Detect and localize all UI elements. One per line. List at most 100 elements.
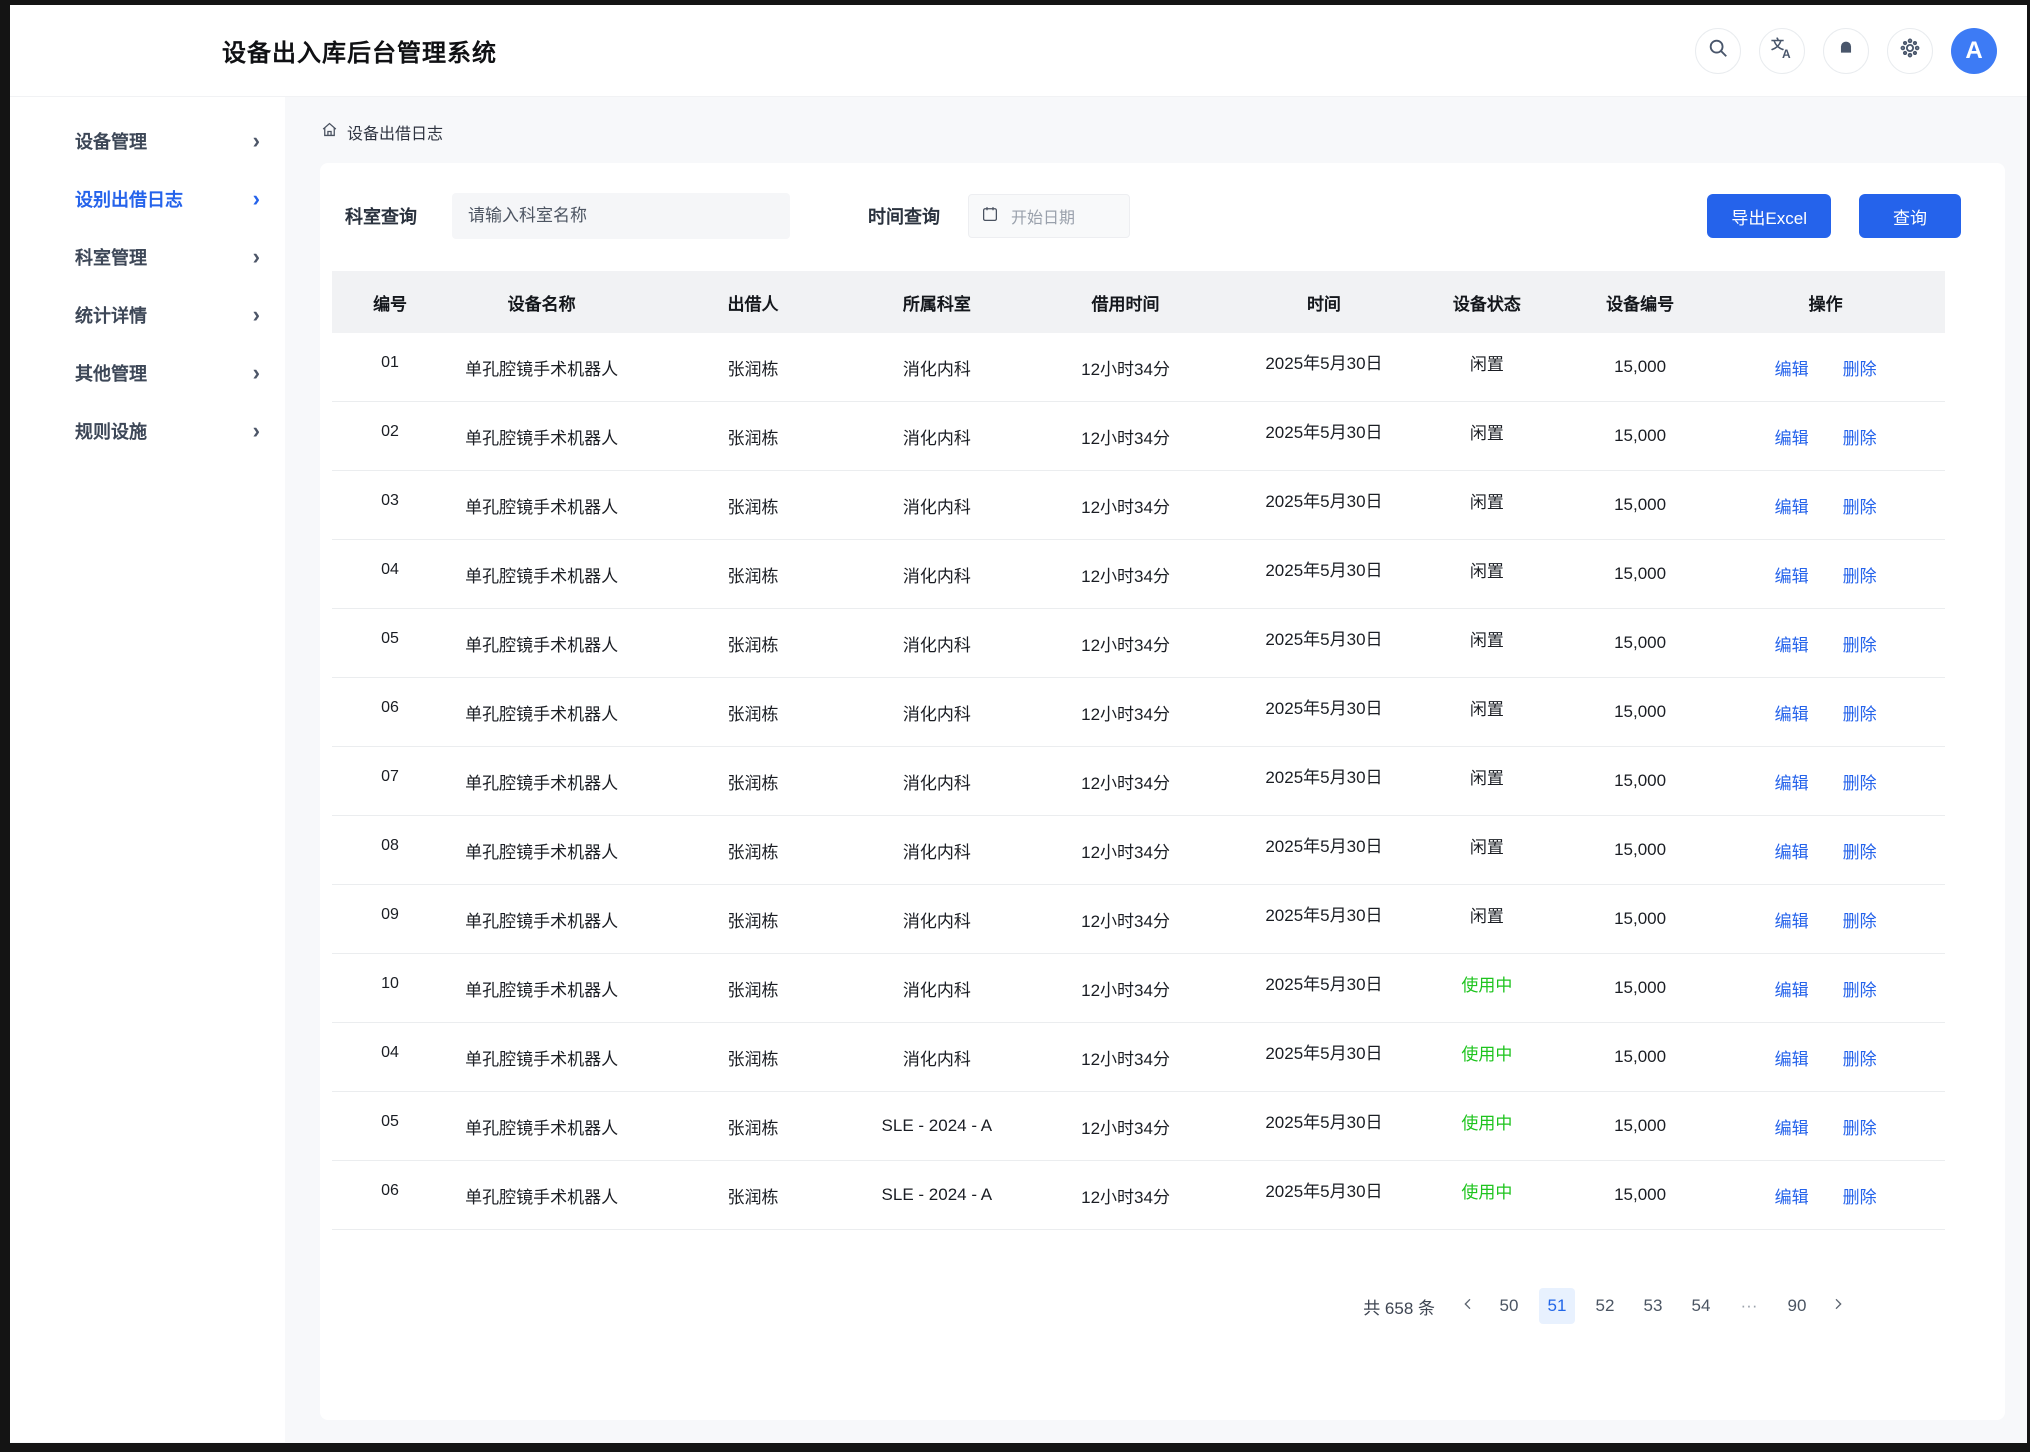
cell-date: 2025年5月30日 [1248, 1177, 1400, 1202]
sidebar-item-label: 科室管理 [75, 244, 147, 270]
delete-link[interactable]: 删除 [1843, 1045, 1877, 1070]
cell-operations: 编辑 删除 [1706, 1183, 1945, 1208]
delete-link[interactable]: 删除 [1843, 631, 1877, 656]
cell-status: 使用中 [1400, 1109, 1574, 1134]
cell-operations: 编辑 删除 [1706, 1045, 1945, 1070]
cell-id: 06 [332, 699, 448, 717]
cell-id: 05 [332, 630, 448, 648]
cell-lender: 张润栋 [635, 976, 870, 1001]
cell-device: 单孔腔镜手术机器人 [448, 1045, 635, 1070]
cell-date: 2025年5月30日 [1248, 763, 1400, 788]
top-bar: 设备出入库后台管理系统 文 A [10, 5, 2027, 97]
sidebar-item[interactable]: 设别出借日志› [10, 170, 285, 228]
cell-status: 闲置 [1400, 626, 1574, 651]
delete-link[interactable]: 删除 [1843, 769, 1877, 794]
start-date-picker[interactable]: 开始日期 [968, 194, 1130, 238]
cell-device: 单孔腔镜手术机器人 [448, 562, 635, 587]
svg-text:A: A [1782, 47, 1791, 60]
edit-link[interactable]: 编辑 [1775, 1045, 1809, 1070]
table-row: 08 单孔腔镜手术机器人 张润栋 消化内科 12小时34分 2025年5月30日… [332, 816, 1945, 885]
sidebar-item[interactable]: 设备管理› [10, 112, 285, 170]
theme-button[interactable] [1887, 28, 1933, 74]
column-header: 出借人 [635, 290, 870, 315]
page-button[interactable]: 52 [1587, 1288, 1623, 1324]
delete-link[interactable]: 删除 [1843, 424, 1877, 449]
dept-search-input[interactable] [452, 193, 790, 239]
edit-link[interactable]: 编辑 [1775, 493, 1809, 518]
cell-duration: 12小时34分 [1003, 700, 1248, 725]
page-button[interactable]: 54 [1683, 1288, 1719, 1324]
cell-status: 闲置 [1400, 419, 1574, 444]
sidebar-item[interactable]: 其他管理 › [10, 344, 285, 402]
edit-link[interactable]: 编辑 [1775, 631, 1809, 656]
delete-link[interactable]: 删除 [1843, 700, 1877, 725]
edit-link[interactable]: 编辑 [1775, 424, 1809, 449]
delete-link[interactable]: 删除 [1843, 838, 1877, 863]
table-row: 04 单孔腔镜手术机器人 张润栋 消化内科 12小时34分 2025年5月30日… [332, 540, 1945, 609]
notification-button[interactable] [1823, 28, 1869, 74]
column-header: 所属科室 [871, 290, 1003, 315]
cell-status: 闲置 [1400, 833, 1574, 858]
edit-link[interactable]: 编辑 [1775, 1183, 1809, 1208]
pagination-total: 共 658 条 [1363, 1294, 1435, 1319]
cell-dept: 消化内科 [871, 1045, 1003, 1070]
cell-id: 05 [332, 1113, 448, 1131]
cell-operations: 编辑 删除 [1706, 838, 1945, 863]
chevron-right-icon: › [253, 362, 260, 384]
sidebar-item[interactable]: 统计详情› [10, 286, 285, 344]
next-page-button[interactable] [1821, 1289, 1855, 1323]
delete-link[interactable]: 删除 [1843, 355, 1877, 380]
cell-operations: 编辑 删除 [1706, 1114, 1945, 1139]
page-button[interactable]: 90 [1779, 1288, 1815, 1324]
translate-button[interactable]: 文 A [1759, 28, 1805, 74]
cell-date: 2025年5月30日 [1248, 832, 1400, 857]
search-button[interactable] [1695, 28, 1741, 74]
topbar-actions: 文 A [1695, 28, 1997, 74]
cell-duration: 12小时34分 [1003, 1183, 1248, 1208]
search-query-button[interactable]: 查询 [1859, 194, 1961, 238]
page-button[interactable]: 50 [1491, 1288, 1527, 1324]
column-header: 设备名称 [448, 290, 635, 315]
edit-link[interactable]: 编辑 [1775, 907, 1809, 932]
cell-code: 15,000 [1574, 564, 1706, 584]
cell-dept: 消化内科 [871, 493, 1003, 518]
cell-operations: 编辑 删除 [1706, 493, 1945, 518]
cell-code: 15,000 [1574, 840, 1706, 860]
user-avatar[interactable]: A [1951, 28, 1997, 74]
edit-link[interactable]: 编辑 [1775, 976, 1809, 1001]
cell-duration: 12小时34分 [1003, 424, 1248, 449]
cell-code: 15,000 [1574, 633, 1706, 653]
delete-link[interactable]: 删除 [1843, 1183, 1877, 1208]
edit-link[interactable]: 编辑 [1775, 1114, 1809, 1139]
cell-dept: 消化内科 [871, 838, 1003, 863]
prev-page-button[interactable] [1451, 1289, 1485, 1323]
page-button[interactable]: 51 [1539, 1288, 1575, 1324]
cell-dept: 消化内科 [871, 631, 1003, 656]
edit-link[interactable]: 编辑 [1775, 838, 1809, 863]
sidebar-item-label: 其他管理 [75, 360, 147, 386]
sidebar-item[interactable]: 科室管理› [10, 228, 285, 286]
cell-lender: 张润栋 [635, 355, 870, 380]
sidebar-item[interactable]: 规则设施› [10, 402, 285, 460]
table-row: 10 单孔腔镜手术机器人 张润栋 消化内科 12小时34分 2025年5月30日… [332, 954, 1945, 1023]
export-excel-button[interactable]: 导出Excel [1707, 194, 1831, 238]
delete-link[interactable]: 删除 [1843, 1114, 1877, 1139]
edit-link[interactable]: 编辑 [1775, 562, 1809, 587]
delete-link[interactable]: 删除 [1843, 976, 1877, 1001]
chevron-right-icon: › [253, 304, 260, 326]
cell-id: 06 [332, 1182, 448, 1200]
cell-id: 10 [332, 975, 448, 993]
delete-link[interactable]: 删除 [1843, 907, 1877, 932]
cell-dept: SLE - 2024 - A [871, 1116, 1003, 1136]
cell-id: 03 [332, 492, 448, 510]
edit-link[interactable]: 编辑 [1775, 769, 1809, 794]
cell-device: 单孔腔镜手术机器人 [448, 700, 635, 725]
cell-code: 15,000 [1574, 1047, 1706, 1067]
cell-id: 01 [332, 354, 448, 372]
delete-link[interactable]: 删除 [1843, 493, 1877, 518]
page-button[interactable]: 53 [1635, 1288, 1671, 1324]
delete-link[interactable]: 删除 [1843, 562, 1877, 587]
edit-link[interactable]: 编辑 [1775, 355, 1809, 380]
cell-code: 15,000 [1574, 771, 1706, 791]
edit-link[interactable]: 编辑 [1775, 700, 1809, 725]
